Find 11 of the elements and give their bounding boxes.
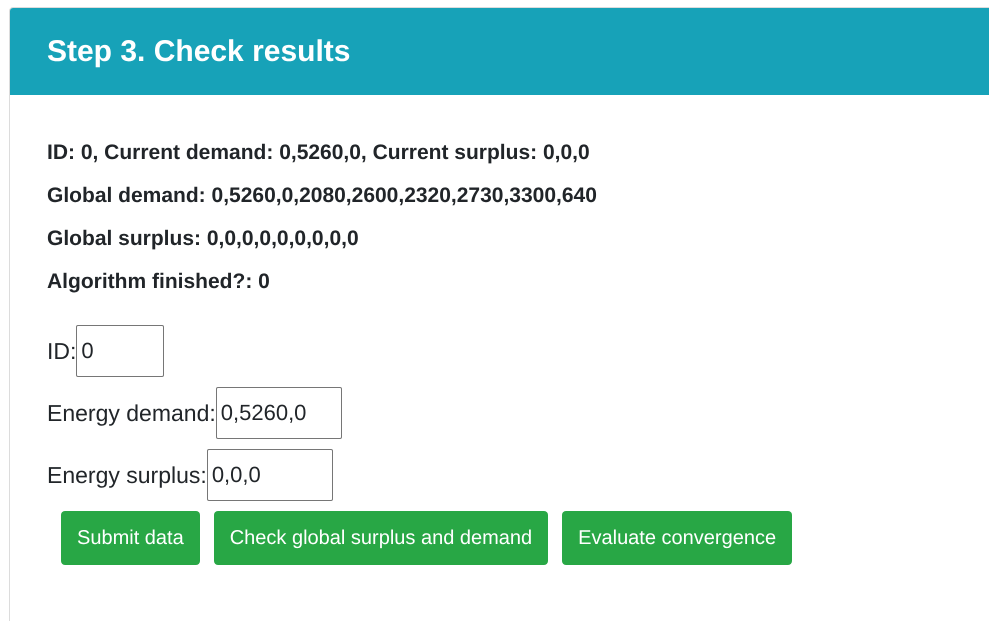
status-text: Global demand: 0,5260,0,2080,2600,2320,2730,3300,640 — [47, 183, 598, 209]
status-text: ID: 0, Current demand: 0,5260,0, Current surplus: 0,0,0 — [47, 140, 591, 166]
field-label: ID: — [47, 338, 76, 364]
status-text: Global surplus: 0,0,0,0,0,0,0,0,0 — [47, 226, 360, 252]
field-label: Energy surplus: — [47, 462, 207, 488]
input-field[interactable]: 0,5260,0 — [216, 387, 342, 439]
card-title: Step 3. Check results — [47, 34, 350, 68]
input-field[interactable]: 0 — [76, 325, 164, 377]
status-text: Algorithm finished?: 0 — [47, 269, 271, 295]
field-label: Energy demand: — [47, 400, 216, 426]
input-field[interactable]: 0,0,0 — [206, 449, 333, 501]
